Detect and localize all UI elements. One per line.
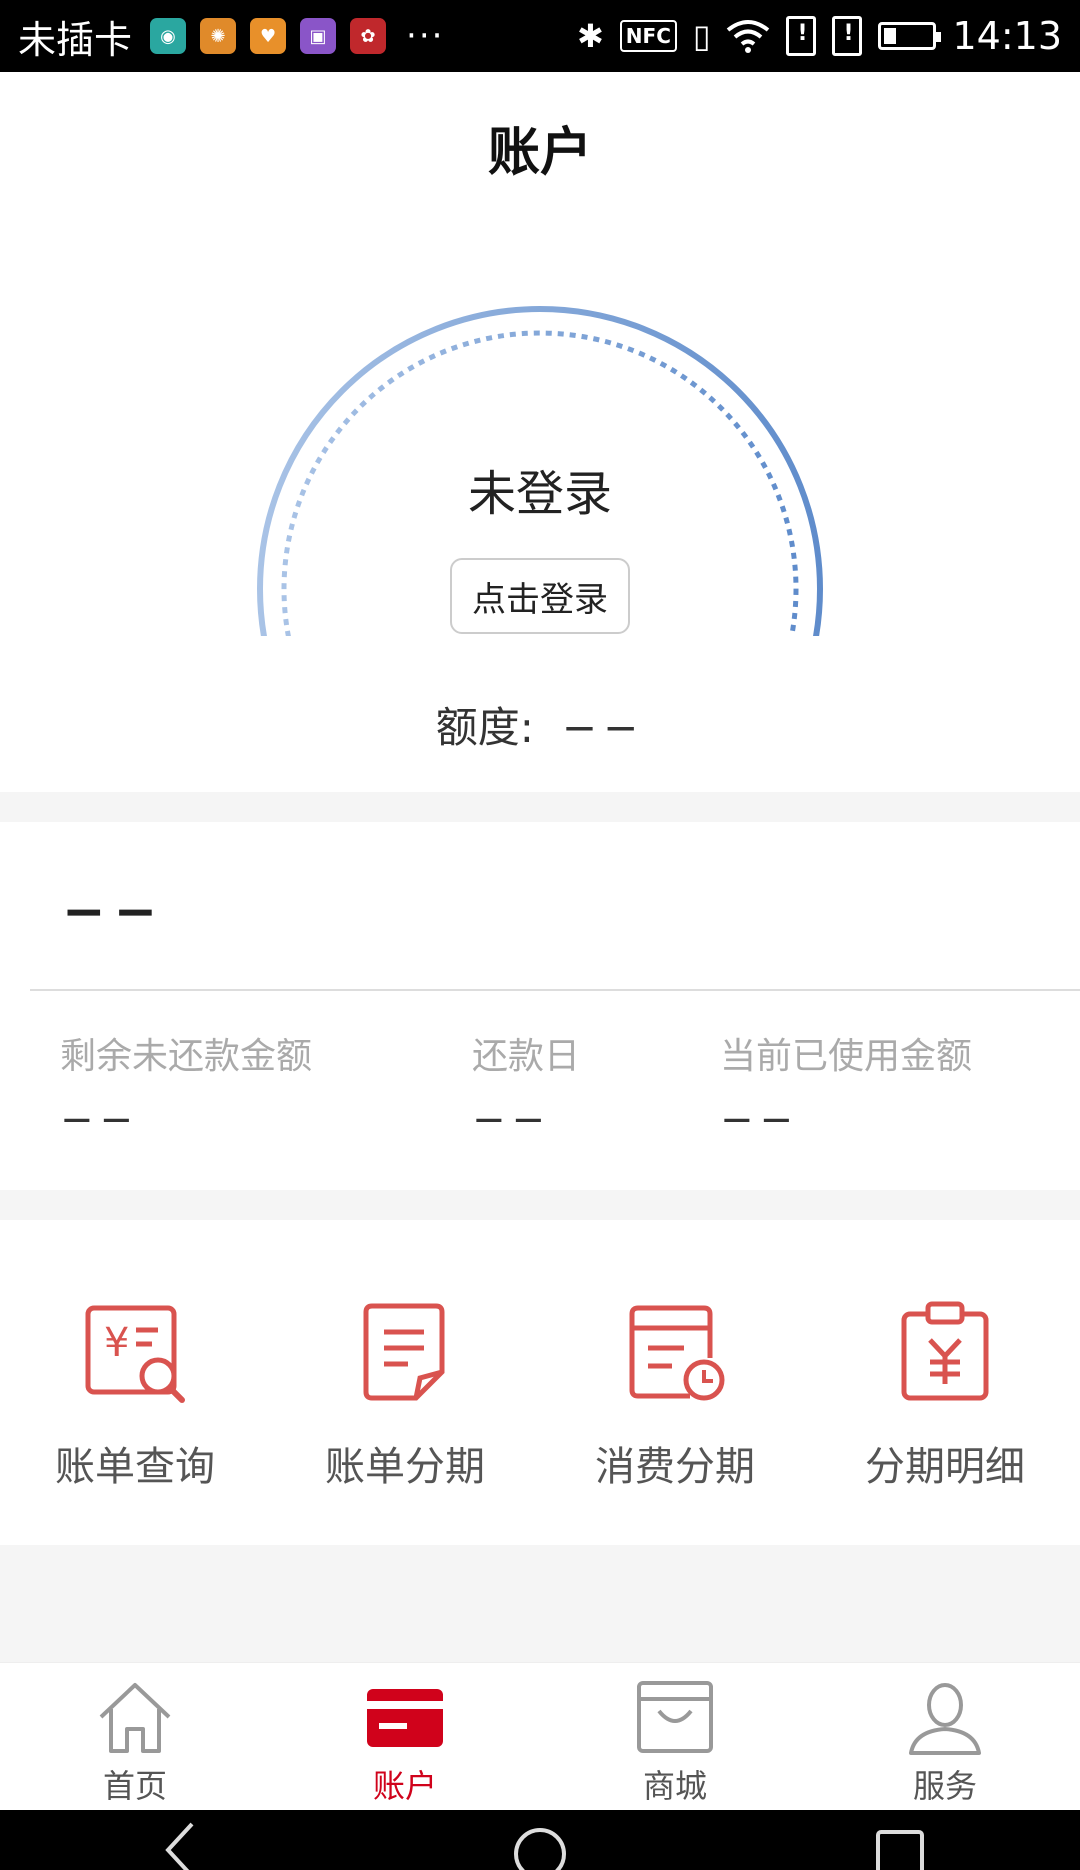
bill-installment-icon	[363, 1303, 445, 1401]
stat-value: −−	[60, 1097, 140, 1143]
stat-repayment-day: 还款日 −−	[472, 1027, 580, 1143]
wifi-icon	[727, 20, 770, 53]
func-label: 账单分期	[325, 1444, 485, 1490]
credit-line: 额度: −−	[0, 694, 1080, 755]
sim-missing-icon-2	[832, 16, 863, 56]
credit-value: −−	[561, 703, 645, 752]
func-bill-installment[interactable]: 账单分期	[270, 1220, 540, 1545]
more-notifications-icon: ···	[406, 16, 445, 56]
func-label: 账单查询	[55, 1444, 215, 1490]
home-nav-icon[interactable]	[510, 1810, 570, 1870]
sim-missing-icon	[786, 16, 817, 56]
tab-label: 账户	[372, 1767, 437, 1805]
vibrate-icon: ▯	[692, 17, 711, 55]
credit-label: 额度:	[435, 703, 534, 752]
notification-app-icon: ◉	[150, 18, 187, 54]
stat-value: −−	[472, 1097, 552, 1143]
stat-remaining-unpaid: 剩余未还款金额 −−	[60, 1027, 312, 1143]
bill-amount: −−	[62, 882, 166, 942]
notification-huawei-icon: ✿	[350, 18, 387, 54]
recents-icon[interactable]	[870, 1810, 930, 1870]
system-nav-bar	[0, 1810, 1080, 1870]
header: 账户	[0, 72, 1080, 222]
tab-label: 商城	[642, 1767, 707, 1805]
stat-label: 当前已使用金额	[720, 1036, 973, 1077]
login-button[interactable]: 点击登录	[450, 558, 630, 634]
status-bar: 未插卡 ◉ ✺ ♥ ▣ ✿ ··· ✱ NFC ▯ 14:13	[0, 0, 1080, 72]
stat-value: −−	[720, 1097, 800, 1143]
stat-label: 还款日	[472, 1036, 581, 1077]
func-consumption-installment[interactable]: 消费分期	[540, 1220, 810, 1545]
tab-account[interactable]: 账户	[270, 1663, 540, 1810]
home-icon	[99, 1683, 171, 1753]
consumption-installment-icon	[629, 1305, 725, 1401]
func-label: 分期明细	[865, 1444, 1025, 1490]
person-icon	[909, 1683, 981, 1755]
func-label: 消费分期	[595, 1444, 755, 1490]
tab-home[interactable]: 首页	[0, 1663, 270, 1810]
shopping-bag-icon	[637, 1681, 713, 1753]
divider	[30, 989, 1080, 991]
tab-label: 首页	[102, 1767, 167, 1805]
stat-label: 剩余未还款金额	[60, 1036, 313, 1077]
status-left: 未插卡 ◉ ✺ ♥ ▣ ✿ ···	[18, 9, 444, 64]
stat-used-amount: 当前已使用金额 −−	[720, 1027, 972, 1143]
tab-service[interactable]: 服务	[810, 1663, 1080, 1810]
login-status: 未登录	[467, 466, 612, 522]
battery-icon	[878, 22, 942, 50]
carrier-label: 未插卡	[18, 17, 133, 62]
tab-label: 服务	[912, 1767, 977, 1805]
notification-browser-icon: ✺	[200, 18, 237, 54]
function-grid: ¥ 账单查询 账单分期 消费分期 分期明细	[0, 1220, 1080, 1545]
back-icon[interactable]	[150, 1810, 210, 1870]
installment-detail-icon	[901, 1301, 989, 1401]
svg-text:¥: ¥	[104, 1320, 129, 1366]
nfc-icon: NFC	[619, 20, 677, 52]
login-area: 未登录 点击登录 额度: −−	[0, 222, 1080, 792]
func-installment-detail[interactable]: 分期明细	[810, 1220, 1080, 1545]
tab-mall[interactable]: 商城	[540, 1663, 810, 1810]
bill-summary-card[interactable]: −− 剩余未还款金额 −− 还款日 −− 当前已使用金额 −−	[0, 822, 1080, 1190]
card-icon	[367, 1689, 443, 1747]
bill-search-icon: ¥	[85, 1305, 185, 1403]
status-right: ✱ NFC ▯ 14:13	[577, 14, 1062, 58]
clock: 14:13	[952, 14, 1062, 58]
func-bill-query[interactable]: ¥ 账单查询	[0, 1220, 270, 1545]
notification-music-icon: ♥	[250, 18, 287, 54]
bottom-tab-bar: 首页 账户 商城 服务	[0, 1662, 1080, 1810]
notification-gallery-icon: ▣	[300, 18, 337, 54]
bluetooth-icon: ✱	[576, 17, 604, 55]
page-title: 账户	[487, 122, 592, 183]
